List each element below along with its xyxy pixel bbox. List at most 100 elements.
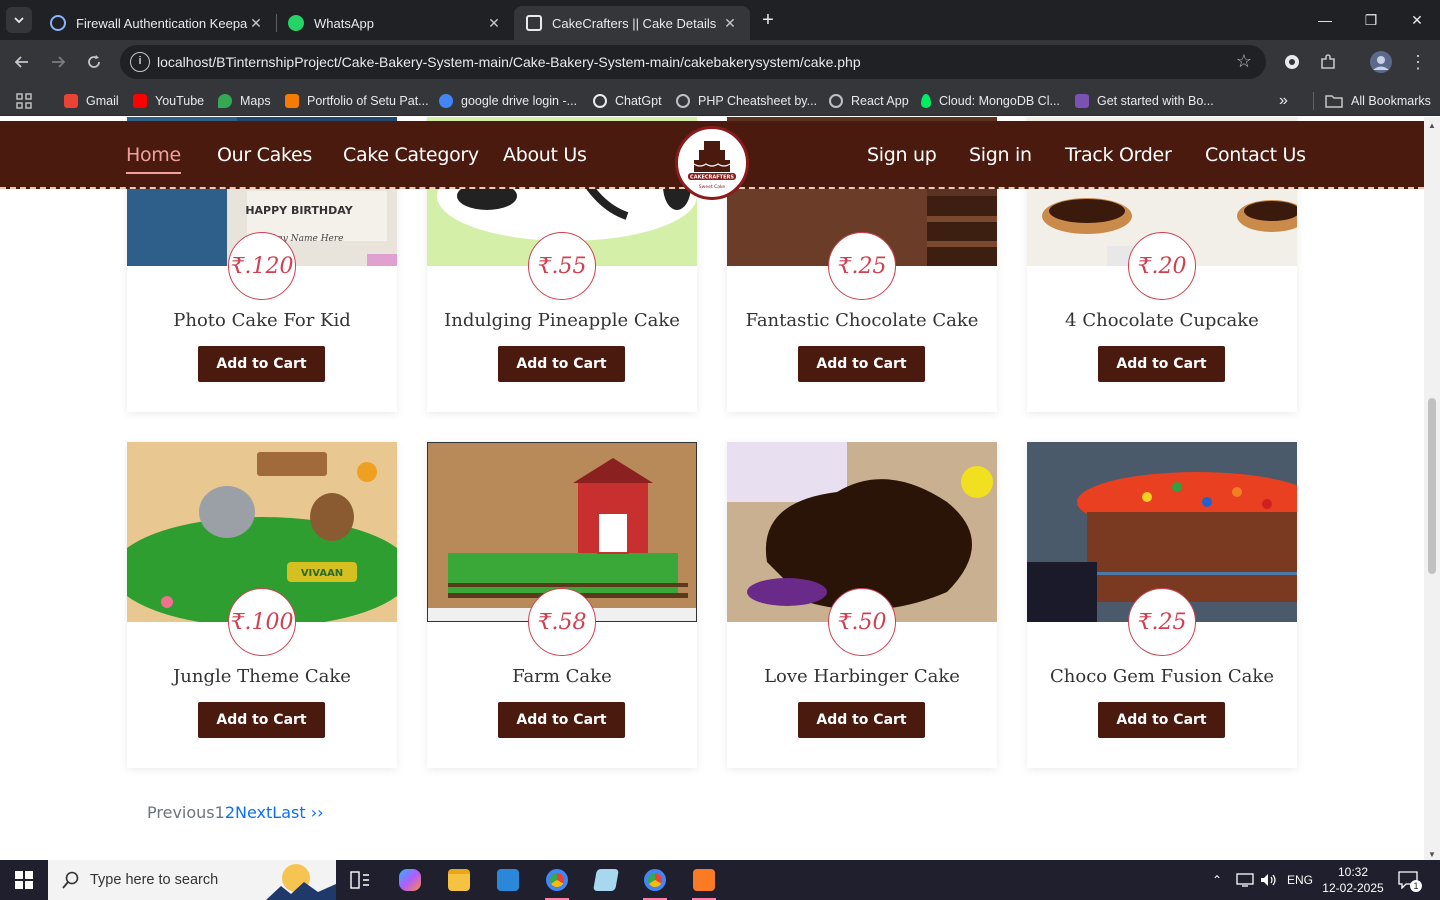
windows-start-button[interactable]: [0, 860, 48, 900]
profile-avatar-icon[interactable]: [1368, 49, 1394, 75]
clock-date: 12-02-2025: [1322, 881, 1384, 895]
cake-name[interactable]: Jungle Theme Cake: [127, 666, 397, 687]
scrollbar-thumb[interactable]: [1428, 398, 1436, 574]
language-indicator[interactable]: ENG: [1287, 860, 1313, 900]
task-view-icon[interactable]: [340, 864, 380, 896]
pagination-next[interactable]: Next: [235, 803, 272, 822]
chrome-icon[interactable]: [537, 864, 577, 900]
chevron-down-icon: [14, 17, 24, 24]
price-badge: ₹.100: [228, 588, 296, 656]
page-scrollbar[interactable]: ▲ ▼: [1424, 117, 1440, 860]
bookmark-gmail[interactable]: Gmail: [64, 92, 119, 110]
cake-name[interactable]: Photo Cake For Kid: [127, 310, 397, 331]
menu-kebab-icon[interactable]: ⋮: [1405, 49, 1431, 75]
add-to-cart-button[interactable]: Add to Cart: [198, 702, 325, 738]
restore-icon[interactable]: ❐: [1348, 0, 1394, 40]
close-tab-icon[interactable]: ✕: [486, 15, 502, 32]
show-hidden-icons-chevron-icon[interactable]: ⌃: [1212, 860, 1222, 900]
url-text[interactable]: localhost/BTinternshipProject/Cake-Baker…: [157, 54, 861, 70]
network-icon[interactable]: [1236, 860, 1254, 900]
bookmark-chatgpt[interactable]: ChatGpt: [593, 92, 662, 110]
cake-name[interactable]: Fantastic Chocolate Cake: [727, 310, 997, 331]
browser-tab-strip: Firewall Authentication Keepaliv ✕ Whats…: [0, 0, 1440, 40]
logo-subtext: Sweet Cake: [699, 184, 726, 190]
microsoft-store-icon[interactable]: [488, 864, 528, 896]
price-badge: ₹.50: [828, 588, 896, 656]
add-to-cart-button[interactable]: Add to Cart: [498, 702, 625, 738]
extensions-puzzle-icon[interactable]: [1315, 49, 1341, 75]
bookmark-youtube[interactable]: YouTube: [133, 92, 204, 110]
nav-home[interactable]: Home: [126, 144, 181, 174]
volume-icon[interactable]: [1260, 860, 1278, 900]
scroll-up-arrow-icon[interactable]: ▲: [1427, 121, 1437, 130]
site-logo[interactable]: CAKECRAFTERS Sweet Cake: [675, 126, 749, 200]
close-tab-icon[interactable]: ✕: [722, 15, 738, 32]
pagination: Previous12NextLast ››: [147, 803, 324, 822]
address-bar[interactable]: i localhost/BTinternshipProject/Cake-Bak…: [120, 45, 1266, 79]
tab-firewall[interactable]: Firewall Authentication Keepaliv ✕: [38, 6, 276, 40]
notification-center-icon[interactable]: 1: [1398, 860, 1422, 900]
whatsapp-icon: [288, 15, 304, 31]
site-navbar: Home Our Cakes Cake Category About Us CA…: [0, 121, 1424, 200]
tab-whatsapp[interactable]: WhatsApp ✕: [276, 6, 514, 40]
cake-name[interactable]: 4 Chocolate Cupcake: [1027, 310, 1297, 331]
more-bookmarks-button[interactable]: »: [1279, 92, 1288, 110]
bookmark-portfolio[interactable]: Portfolio of Setu Pat...: [285, 92, 429, 110]
extension-circle-icon[interactable]: [1279, 49, 1305, 75]
notes-app-icon[interactable]: [586, 864, 626, 896]
portfolio-icon: [285, 94, 299, 108]
tab-cakecrafters[interactable]: CakeCrafters || Cake Details ✕: [514, 6, 750, 40]
minimize-icon[interactable]: —: [1302, 0, 1348, 40]
xampp-icon[interactable]: [684, 864, 724, 900]
nav-sign-in[interactable]: Sign in: [969, 144, 1032, 166]
notification-count-badge: 1: [1410, 880, 1422, 892]
all-bookmarks-button[interactable]: All Bookmarks: [1325, 92, 1431, 110]
cake-name[interactable]: Choco Gem Fusion Cake: [1027, 666, 1297, 687]
bookmark-google-drive[interactable]: google drive login -...: [439, 92, 577, 110]
clock[interactable]: 10:32 12-02-2025: [1322, 860, 1384, 900]
nav-contact-us[interactable]: Contact Us: [1205, 144, 1306, 166]
nav-sign-up[interactable]: Sign up: [867, 144, 937, 166]
tab-search-button[interactable]: [6, 7, 32, 33]
cake-name[interactable]: Love Harbinger Cake: [727, 666, 997, 687]
bookmark-php-cheatsheet[interactable]: PHP Cheatsheet by...: [676, 92, 817, 110]
reload-icon[interactable]: [81, 49, 107, 75]
copilot-icon[interactable]: [390, 864, 430, 896]
cake-name[interactable]: Farm Cake: [427, 666, 697, 687]
site-info-icon[interactable]: i: [130, 52, 150, 72]
page-viewport: Home Our Cakes Cake Category About Us CA…: [0, 117, 1424, 860]
add-to-cart-button[interactable]: Add to Cart: [498, 346, 625, 382]
forward-icon[interactable]: [45, 49, 71, 75]
bookmark-react-app[interactable]: React App: [829, 92, 909, 110]
file-explorer-icon[interactable]: [439, 864, 479, 896]
add-to-cart-button[interactable]: Add to Cart: [798, 346, 925, 382]
bookmark-bootstrap[interactable]: Get started with Bo...: [1075, 92, 1214, 110]
back-icon[interactable]: [9, 49, 35, 75]
windows-logo-icon: [15, 871, 33, 889]
bookmark-maps[interactable]: Maps: [218, 92, 271, 110]
pagination-page-2[interactable]: 2: [225, 803, 235, 822]
new-tab-button[interactable]: +: [756, 8, 780, 32]
price-badge: ₹.20: [1128, 232, 1196, 300]
scroll-down-arrow-icon[interactable]: ▼: [1427, 850, 1437, 859]
price-badge: ₹.58: [528, 588, 596, 656]
cake-card: ₹.58 Farm Cake Add to Cart: [427, 442, 697, 768]
apps-grid-icon[interactable]: [16, 92, 32, 110]
add-to-cart-button[interactable]: Add to Cart: [798, 702, 925, 738]
add-to-cart-button[interactable]: Add to Cart: [1098, 702, 1225, 738]
pagination-last[interactable]: Last ››: [272, 803, 323, 822]
close-window-icon[interactable]: ✕: [1394, 0, 1440, 40]
close-tab-icon[interactable]: ✕: [248, 15, 264, 32]
nav-cake-category[interactable]: Cake Category: [343, 144, 479, 166]
cake-name[interactable]: Indulging Pineapple Cake: [427, 310, 697, 331]
add-to-cart-button[interactable]: Add to Cart: [1098, 346, 1225, 382]
chrome-profile-icon[interactable]: [635, 864, 675, 900]
nav-track-order[interactable]: Track Order: [1065, 144, 1172, 166]
taskbar-search-box[interactable]: Type here to search: [48, 860, 336, 900]
nav-our-cakes[interactable]: Our Cakes: [217, 144, 312, 166]
bookmark-mongodb[interactable]: Cloud: MongoDB Cl...: [921, 92, 1060, 110]
add-to-cart-button[interactable]: Add to Cart: [198, 346, 325, 382]
bookmark-star-icon[interactable]: ☆: [1236, 51, 1252, 72]
bookmark-label: PHP Cheatsheet by...: [698, 94, 818, 108]
nav-about-us[interactable]: About Us: [503, 144, 587, 166]
